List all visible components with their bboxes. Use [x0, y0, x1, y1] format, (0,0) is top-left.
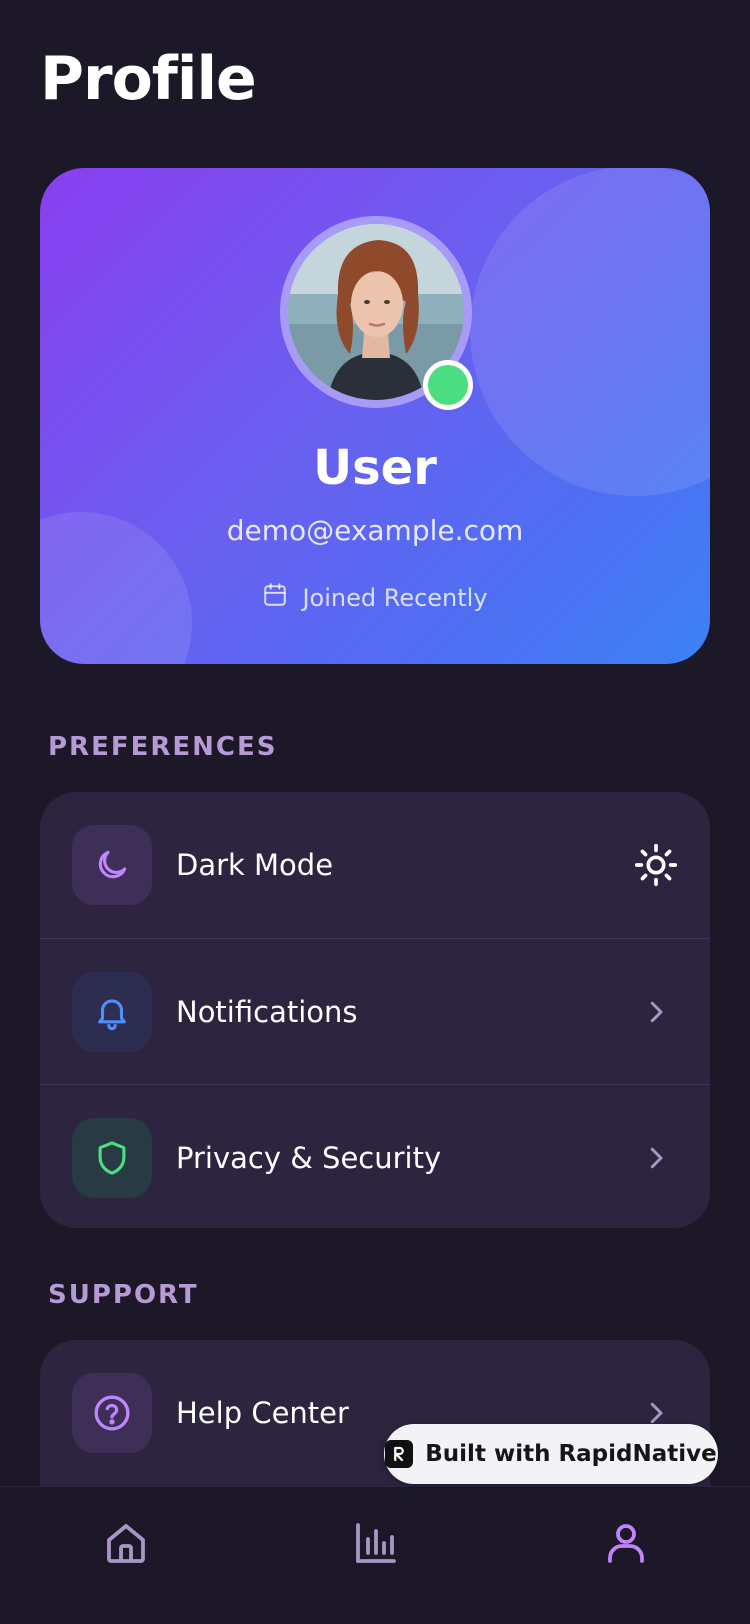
bell-icon [72, 971, 152, 1052]
badge-label: Built with RapidNative [425, 1441, 717, 1467]
chevron-right-icon [634, 1136, 678, 1180]
help-circle-icon [72, 1373, 152, 1453]
moon-icon [72, 825, 152, 905]
section-label-support: SUPPORT [48, 1280, 199, 1310]
shield-icon [72, 1117, 152, 1198]
joined-info: Joined Recently [40, 582, 710, 614]
user-email: demo@example.com [226, 514, 524, 547]
built-with-badge[interactable]: Built with RapidNative [384, 1424, 718, 1484]
joined-label: Joined Recently [302, 584, 488, 612]
settings-row-label: Privacy & Security [176, 1140, 442, 1175]
settings-row-label: Dark Mode [176, 848, 334, 882]
tab-stats[interactable] [348, 1517, 404, 1573]
bottom-tab-bar [0, 1486, 750, 1624]
online-status-indicator [423, 360, 473, 410]
profile-card: User demo@example.com Joined Recently [40, 168, 710, 664]
calendar-icon [262, 582, 288, 614]
settings-row-label: Help Center [176, 1396, 349, 1430]
tab-home[interactable] [98, 1517, 154, 1573]
chevron-right-icon [634, 990, 678, 1034]
sun-icon[interactable] [634, 843, 678, 887]
home-icon [102, 1519, 150, 1571]
settings-row-dark-mode[interactable]: Dark Mode [40, 792, 710, 938]
bar-chart-icon [352, 1519, 400, 1571]
user-icon [602, 1519, 650, 1571]
user-name: User [313, 440, 437, 496]
section-label-preferences: PREFERENCES [48, 732, 278, 762]
settings-row-privacy[interactable]: Privacy & Security [40, 1084, 710, 1228]
page-title: Profile [40, 44, 257, 114]
tab-profile[interactable] [598, 1517, 654, 1573]
rapidnative-logo-icon [385, 1440, 414, 1468]
settings-row-notifications[interactable]: Notifications [40, 938, 710, 1084]
preferences-card: Dark Mode Notifications Privacy & Securi… [40, 792, 710, 1228]
settings-row-label: Notifications [176, 994, 358, 1029]
